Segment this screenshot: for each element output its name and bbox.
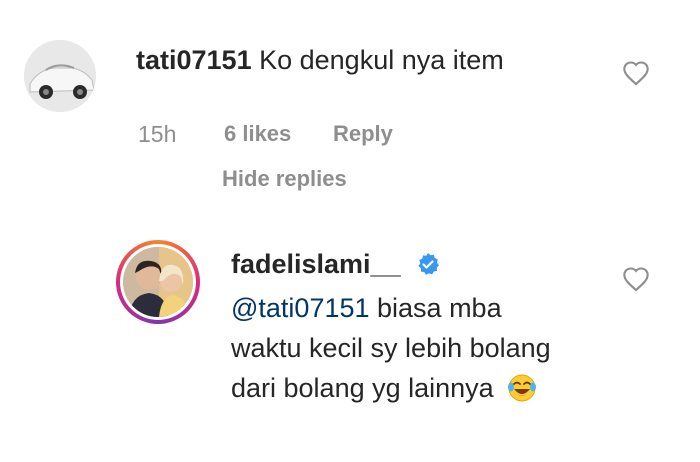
reply-avatar[interactable] bbox=[116, 240, 200, 324]
heart-outline-icon[interactable] bbox=[622, 60, 650, 86]
laughing-tears-emoji bbox=[508, 374, 537, 402]
reply-line-3-text: dari bolang yg lainnya bbox=[231, 373, 494, 403]
reply-mention[interactable]: @tati07151 bbox=[231, 293, 370, 323]
reply-line-2: waktu kecil sy lebih bolang bbox=[231, 333, 551, 363]
comment-username[interactable]: tati07151 bbox=[136, 45, 252, 75]
couple-photo bbox=[123, 247, 193, 317]
reply-line-3: dari bolang yg lainnya bbox=[231, 368, 551, 408]
reply-header: fadelislami__ bbox=[231, 248, 440, 280]
heart-outline-icon[interactable] bbox=[622, 266, 650, 292]
comment-body: Ko dengkul nya item bbox=[259, 45, 504, 75]
reply-line-1-text: biasa mba bbox=[369, 293, 502, 323]
hide-replies-button[interactable]: Hide replies bbox=[222, 166, 347, 192]
reply-button[interactable]: Reply bbox=[333, 120, 393, 148]
comment-timestamp: 15h bbox=[138, 121, 177, 147]
verified-badge-icon bbox=[418, 253, 440, 275]
reply-text: @tati07151 biasa mba waktu kecil sy lebi… bbox=[231, 288, 551, 408]
comment-text: tati07151 Ko dengkul nya item bbox=[136, 44, 504, 76]
reply-username[interactable]: fadelislami__ bbox=[231, 249, 401, 279]
commenter-avatar[interactable] bbox=[24, 40, 96, 112]
reply-line-1: @tati07151 biasa mba bbox=[231, 288, 551, 328]
car-photo bbox=[24, 40, 96, 112]
comment-likes[interactable]: 6 likes bbox=[224, 120, 291, 148]
